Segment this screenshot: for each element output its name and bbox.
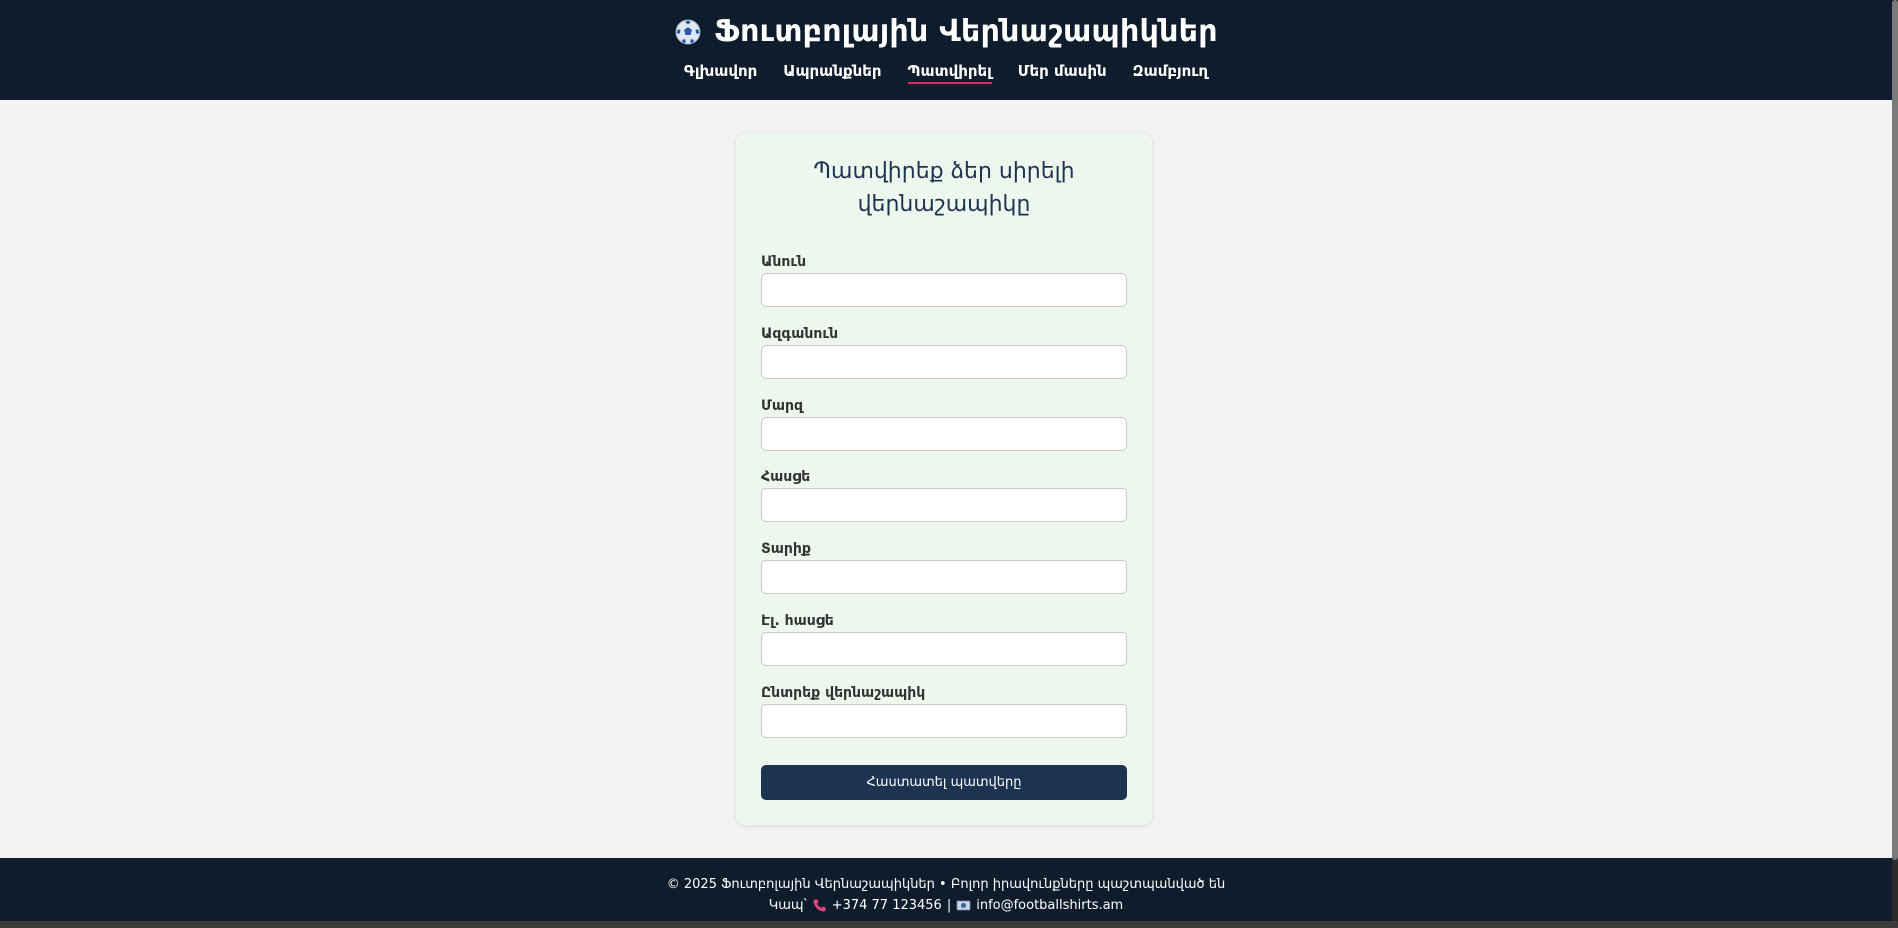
- nav-item-home[interactable]: Գլխավոր: [684, 62, 757, 84]
- email-field[interactable]: [761, 632, 1127, 666]
- page-scrollbar[interactable]: [1892, 0, 1898, 921]
- main-content: Պատվիրեք ձեր սիրելի վերնաշապիկը Անուն Ազ…: [0, 100, 1892, 858]
- contact-prefix: Կապ՝: [768, 898, 807, 913]
- contact-email[interactable]: info@footballshirts.am: [976, 898, 1123, 913]
- address-label: Հասցե: [761, 469, 811, 485]
- email-label: Էլ. հասցե: [761, 613, 834, 629]
- main-nav: Գլխավոր Ապրանքներ Պատվիրել Մեր մասին Զամ…: [0, 62, 1892, 84]
- soccer-ball-icon: [674, 18, 702, 46]
- site-footer: © 2025 Ֆուտբոլային Վերնաշապիկներ • Բոլոր…: [0, 858, 1892, 921]
- address-field[interactable]: [761, 488, 1127, 522]
- nav-item-cart[interactable]: Զամբյուղ: [1133, 62, 1208, 84]
- contact-separator: |: [946, 898, 952, 913]
- region-field[interactable]: [761, 417, 1127, 451]
- first-name-label: Անուն: [761, 254, 807, 270]
- form-title-line2: վերնաշապիկը: [857, 192, 1031, 217]
- nav-item-order[interactable]: Պատվիրել: [907, 62, 992, 84]
- region-label: Մարզ: [761, 398, 804, 414]
- age-field[interactable]: [761, 560, 1127, 594]
- submit-order-button[interactable]: Հաստատել պատվերը: [761, 765, 1127, 800]
- footer-copyright: © 2025 Ֆուտբոլային Վերնաշապիկներ • Բոլոր…: [666, 877, 1226, 892]
- site-title-text: Ֆուտբոլային Վերնաշապիկներ: [714, 14, 1218, 49]
- first-name-field[interactable]: [761, 273, 1127, 307]
- shirt-select-field[interactable]: [761, 704, 1127, 738]
- last-name-field[interactable]: [761, 345, 1127, 379]
- window-bottom-edge: [0, 921, 1898, 928]
- form-title: Պատվիրեք ձեր սիրելի վերնաշապիկը: [766, 155, 1122, 221]
- footer-contact: Կապ՝ +374 77 123456 | info@footballshirt…: [0, 898, 1892, 913]
- order-form: Պատվիրեք ձեր սիրելի վերնաշապիկը Անուն Ազ…: [736, 133, 1152, 825]
- shirt-select-label: Ընտրեք վերնաշապիկ: [761, 685, 926, 701]
- nav-item-about[interactable]: Մեր մասին: [1018, 62, 1107, 84]
- email-icon: [956, 898, 971, 913]
- phone-icon: [812, 898, 827, 913]
- nav-item-products[interactable]: Ապրանքներ: [783, 62, 881, 84]
- form-title-line1: Պատվիրեք ձեր սիրելի: [813, 159, 1075, 184]
- last-name-label: Ազգանուն: [761, 326, 839, 342]
- contact-phone: +374 77 123456: [831, 898, 942, 913]
- site-title: Ֆուտբոլային Վերնաշապիկներ: [0, 14, 1892, 49]
- site-header: Ֆուտբոլային Վերնաշապիկներ Գլխավոր Ապրանք…: [0, 0, 1892, 100]
- scrollbar-thumb[interactable]: [1892, 0, 1898, 860]
- age-label: Տարիք: [761, 541, 811, 557]
